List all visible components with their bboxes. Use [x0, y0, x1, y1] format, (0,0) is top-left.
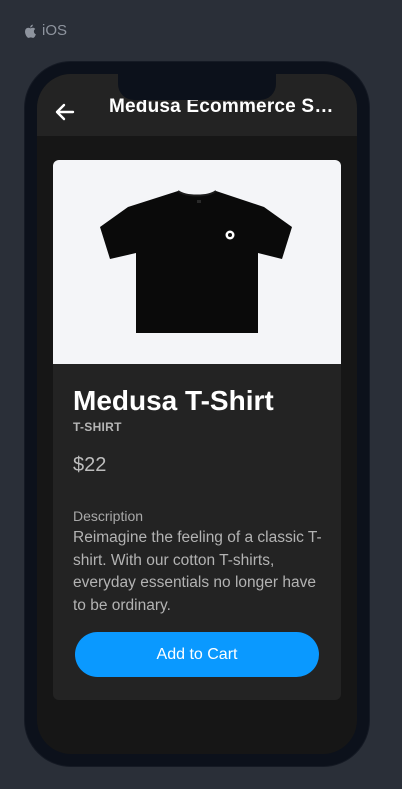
- platform-label-text: iOS: [42, 22, 68, 39]
- back-button[interactable]: [51, 98, 79, 126]
- product-price: $22: [73, 454, 107, 476]
- product-description: Reimagine the feeling of a classic T-shi…: [73, 529, 322, 614]
- product-image: [53, 160, 341, 364]
- arrow-left-icon: [55, 103, 75, 121]
- add-to-cart-button[interactable]: Add to Cart: [75, 632, 319, 677]
- phone-frame: Medusa Ecommerce Store Medusa T-Shirt T-…: [25, 62, 369, 766]
- product-type: T-SHIRT: [73, 420, 122, 434]
- apple-icon: [25, 24, 36, 38]
- product-name: Medusa T-Shirt: [73, 385, 274, 416]
- phone-screen: Medusa Ecommerce Store Medusa T-Shirt T-…: [37, 74, 357, 754]
- phone-notch: [118, 74, 276, 100]
- product-card: Medusa T-Shirt T-SHIRT $22 Description R…: [53, 160, 341, 700]
- tshirt-image: [100, 190, 292, 333]
- platform-label: iOS: [24, 22, 67, 39]
- description-label: Description: [73, 508, 144, 524]
